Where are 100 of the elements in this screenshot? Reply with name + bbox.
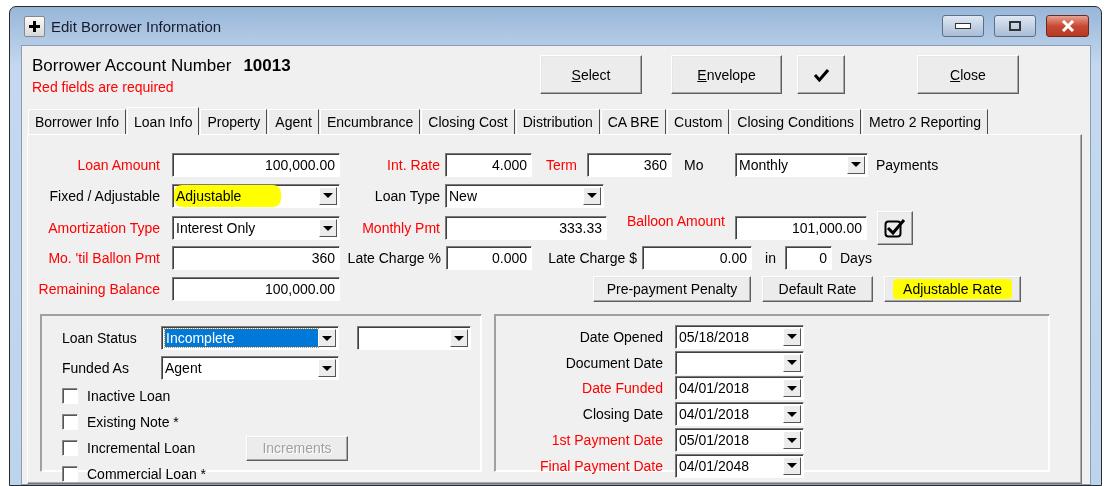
dropdown-field[interactable]: Adjustable [172, 183, 340, 208]
confirm-button[interactable] [797, 55, 845, 94]
dropdown-button[interactable] [319, 186, 337, 205]
caret-icon [851, 162, 861, 167]
date-field[interactable]: 04/01/2018 [675, 402, 804, 427]
text-field[interactable]: 100,000.00 [172, 152, 340, 177]
checkbox-label[interactable]: Existing Note * [87, 414, 246, 430]
action-button[interactable]: Envelope [671, 55, 782, 94]
field-label: Term [544, 156, 578, 173]
dropdown-field[interactable]: New [445, 183, 604, 208]
dropdown-button[interactable] [318, 329, 336, 347]
restore-icon [1009, 21, 1021, 31]
action-button[interactable]: Select [540, 55, 642, 94]
caret-icon [323, 193, 333, 198]
caret-icon [454, 335, 464, 341]
tab[interactable]: CA BRE [600, 109, 667, 134]
caret-icon [787, 386, 797, 391]
field-label: Amortization Type [47, 220, 161, 236]
checkbox-label[interactable]: Commercial Loan * [87, 466, 246, 482]
account-number: 10013 [243, 56, 291, 76]
dropdown-button[interactable] [783, 405, 801, 424]
checkbox[interactable] [62, 414, 78, 430]
maximize-button[interactable] [994, 15, 1036, 37]
field-label: Payments [875, 156, 940, 173]
checkbox[interactable] [62, 466, 78, 482]
field-label: Loan Status [62, 330, 138, 346]
text-field[interactable]: 360 [587, 152, 672, 177]
checkbox-label[interactable]: Inactive Loan [87, 388, 246, 404]
caret-icon [787, 334, 797, 340]
field-label: in [764, 249, 777, 266]
text-field[interactable]: 0 [785, 245, 832, 270]
close-button[interactable] [1046, 15, 1089, 37]
text-field[interactable]: 360 [172, 245, 340, 270]
tab[interactable]: Closing Cost [421, 109, 515, 134]
dropdown-button[interactable] [583, 186, 601, 205]
date-field[interactable]: 04/01/2048 [675, 453, 804, 478]
required-note: Red fields are required [32, 79, 175, 95]
checkbox[interactable] [62, 440, 78, 456]
tab[interactable]: Borrower Info [28, 109, 127, 134]
field-label: Mo [683, 156, 705, 173]
dropdown-field[interactable] [357, 326, 471, 350]
dropdown-button[interactable] [318, 359, 336, 377]
text-field[interactable]: 0.000 [446, 245, 532, 270]
caret-icon [322, 365, 332, 371]
checkbox-button[interactable] [877, 211, 913, 245]
date-field[interactable]: 04/01/2018 [675, 376, 804, 401]
checkbox-icon [884, 218, 906, 238]
field-label: 1st Payment Date [550, 432, 664, 449]
date-field[interactable]: 05/01/2018 [675, 428, 804, 453]
minimize-button[interactable] [942, 15, 984, 37]
check-icon [813, 67, 829, 82]
checkbox-label[interactable]: Incremental Loan [87, 440, 246, 456]
field-label: Balloon Amount [625, 212, 726, 229]
action-button[interactable]: Pre-payment Penalty [593, 275, 751, 302]
dropdown-field[interactable]: Agent [161, 356, 339, 380]
account-label: Borrower Account Number [32, 56, 232, 76]
caret-icon [787, 411, 797, 417]
caret-icon [587, 193, 597, 198]
dropdown-button[interactable] [783, 327, 801, 346]
text-field[interactable]: 333.33 [445, 216, 607, 240]
tab[interactable]: Custom [667, 109, 730, 134]
tab[interactable]: Metro 2 Reporting [862, 109, 989, 134]
tab[interactable]: Agent [268, 109, 319, 134]
tab[interactable]: Closing Conditions [730, 109, 862, 134]
caret-icon [323, 225, 333, 231]
field-label: Document Date [564, 354, 664, 371]
text-field[interactable]: 101,000.00 [735, 216, 867, 240]
dropdown-button[interactable] [783, 456, 801, 475]
action-button[interactable]: Close [917, 55, 1019, 94]
action-button[interactable]: Default Rate [762, 275, 873, 302]
field-label: Late Charge $ [547, 249, 638, 266]
dropdown-button[interactable] [450, 329, 468, 347]
action-button[interactable]: Adjustable Rate [884, 275, 1021, 302]
field-label: Final Payment Date [539, 457, 664, 474]
dropdown-button[interactable] [783, 379, 801, 398]
field-label: Date Funded [581, 380, 664, 397]
field-label: Loan Type [373, 187, 441, 204]
dropdown-field[interactable]: Interest Only [172, 216, 340, 240]
field-label: Fixed / Adjustable [48, 187, 161, 204]
date-field[interactable]: 05/18/2018 [675, 324, 804, 349]
field-label: Monthly Pmt [361, 220, 441, 236]
text-field[interactable]: 0.00 [642, 245, 752, 270]
caret-icon [787, 360, 797, 366]
tab[interactable]: Distribution [515, 109, 600, 134]
checkbox[interactable] [62, 388, 78, 404]
dropdown-field[interactable]: Incomplete [161, 326, 339, 350]
dropdown-button[interactable] [847, 155, 865, 174]
tab[interactable]: Property [200, 109, 268, 134]
date-field[interactable] [675, 350, 804, 375]
dropdown-field[interactable]: Monthly [735, 152, 868, 177]
dropdown-button[interactable] [783, 353, 801, 372]
text-field[interactable]: 100,000.00 [172, 276, 340, 301]
caret-icon [787, 437, 797, 443]
tab[interactable]: Loan Info [127, 107, 200, 135]
text-field[interactable]: 4.000 [445, 152, 532, 177]
tab[interactable]: Encumbrance [319, 109, 421, 134]
dropdown-button[interactable] [319, 219, 337, 237]
minimize-icon [955, 23, 971, 29]
dropdown-button[interactable] [783, 431, 801, 450]
caret-icon [322, 335, 332, 341]
